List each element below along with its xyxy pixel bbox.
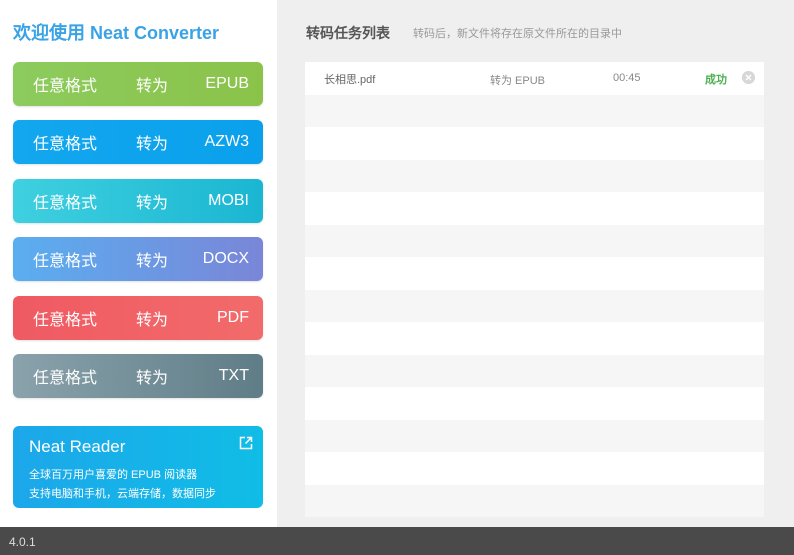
button-source-label: 任意格式 bbox=[33, 253, 98, 270]
button-format-label: MOBI bbox=[208, 192, 249, 209]
convert-to-docx-button[interactable]: 任意格式 转为 DOCX bbox=[13, 237, 263, 281]
button-source-label: 任意格式 bbox=[33, 312, 98, 329]
promo-description-line-2: 支持电脑和手机，云端存储，数据同步 bbox=[29, 488, 216, 500]
neat-reader-promo-card[interactable]: Neat Reader 全球百万用户喜爱的 EPUB 阅读器 支持电脑和手机，云… bbox=[13, 426, 263, 508]
button-action-label: 转为 bbox=[136, 78, 169, 95]
empty-row bbox=[305, 159, 764, 192]
button-format-label: TXT bbox=[218, 367, 249, 384]
task-status: 成功 bbox=[705, 74, 727, 86]
button-format-label: EPUB bbox=[205, 75, 249, 92]
button-source-label: 任意格式 bbox=[33, 78, 98, 95]
button-format-label: DOCX bbox=[202, 250, 249, 267]
button-format-label: AZW3 bbox=[204, 133, 249, 150]
empty-row bbox=[305, 127, 764, 160]
version-label: 4.0.1 bbox=[9, 535, 36, 549]
empty-row bbox=[305, 452, 764, 485]
convert-to-epub-button[interactable]: 任意格式 转为 EPUB bbox=[13, 62, 263, 106]
button-format-label: PDF bbox=[217, 309, 249, 326]
main-panel: 转码任务列表 转码后，新文件将存在原文件所在的目录中 长相思.pdf 转为 EP… bbox=[277, 0, 794, 527]
button-action-label: 转为 bbox=[136, 136, 169, 153]
empty-row bbox=[305, 257, 764, 290]
convert-to-mobi-button[interactable]: 任意格式 转为 MOBI bbox=[13, 179, 263, 223]
task-list-title: 转码任务列表 bbox=[306, 25, 390, 41]
remove-task-icon[interactable] bbox=[742, 71, 755, 84]
external-link-icon[interactable] bbox=[239, 436, 253, 450]
empty-row bbox=[305, 94, 764, 127]
app-title: 欢迎使用 Neat Converter bbox=[13, 23, 220, 43]
task-list-subtitle: 转码后，新文件将存在原文件所在的目录中 bbox=[413, 28, 622, 40]
empty-row bbox=[305, 224, 764, 257]
empty-row bbox=[305, 289, 764, 322]
promo-description-line-1: 全球百万用户喜爱的 EPUB 阅读器 bbox=[29, 469, 198, 481]
convert-to-azw3-button[interactable]: 任意格式 转为 AZW3 bbox=[13, 120, 263, 164]
button-source-label: 任意格式 bbox=[33, 195, 98, 212]
status-bar: 4.0.1 bbox=[0, 527, 794, 555]
promo-title: Neat Reader bbox=[29, 437, 126, 456]
convert-to-pdf-button[interactable]: 任意格式 转为 PDF bbox=[13, 296, 263, 340]
empty-row bbox=[305, 354, 764, 387]
sidebar: 欢迎使用 Neat Converter 任意格式 转为 EPUB 任意格式 转为… bbox=[0, 0, 277, 527]
task-file-name: 长相思.pdf bbox=[324, 74, 376, 86]
task-duration: 00:45 bbox=[613, 72, 641, 84]
task-target-format: 转为 EPUB bbox=[490, 75, 546, 87]
app-window: 欢迎使用 Neat Converter 任意格式 转为 EPUB 任意格式 转为… bbox=[0, 0, 794, 527]
empty-row bbox=[305, 322, 764, 355]
button-action-label: 转为 bbox=[136, 195, 169, 212]
button-source-label: 任意格式 bbox=[33, 136, 98, 153]
empty-row bbox=[305, 387, 764, 420]
convert-to-txt-button[interactable]: 任意格式 转为 TXT bbox=[13, 354, 263, 398]
empty-row bbox=[305, 419, 764, 452]
button-action-label: 转为 bbox=[136, 253, 169, 270]
task-row[interactable]: 长相思.pdf 转为 EPUB 00:45 成功 bbox=[305, 62, 764, 95]
button-action-label: 转为 bbox=[136, 312, 169, 329]
empty-row bbox=[305, 192, 764, 225]
button-action-label: 转为 bbox=[136, 370, 169, 387]
task-list: 长相思.pdf 转为 EPUB 00:45 成功 bbox=[305, 62, 764, 517]
button-source-label: 任意格式 bbox=[33, 370, 98, 387]
empty-row bbox=[305, 484, 764, 517]
